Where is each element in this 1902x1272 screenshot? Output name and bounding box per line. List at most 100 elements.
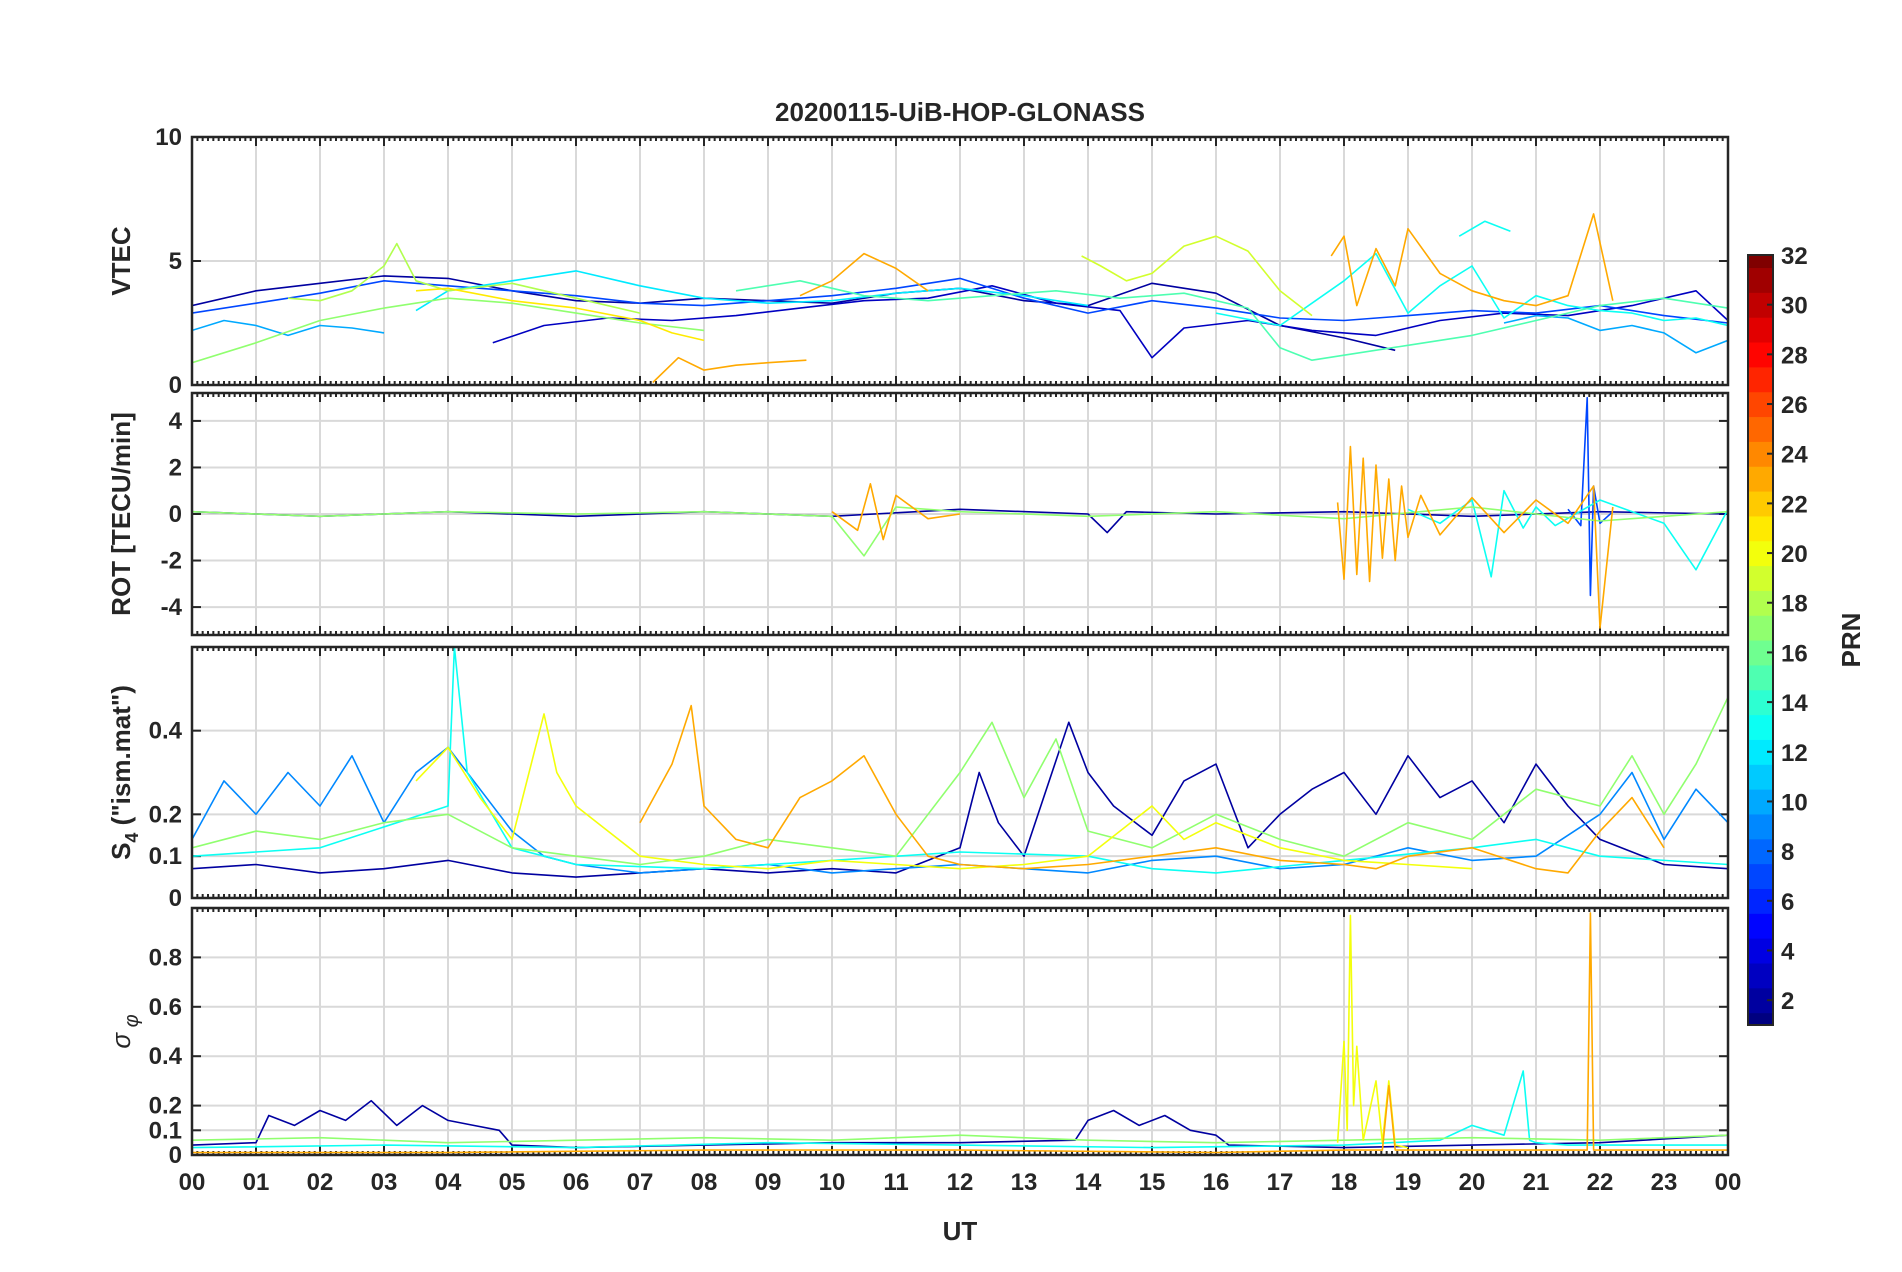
series-line-prn-10 (192, 319, 385, 337)
colorbar-segment (1748, 565, 1773, 591)
series-line-prn-10 (1503, 314, 1728, 354)
x-tick-label: 04 (435, 1169, 462, 1196)
colorbar-segment (1748, 317, 1773, 343)
y-tick-label: 0.8 (149, 944, 182, 971)
y-tick-label: 5 (169, 248, 182, 275)
y-tick-label: 0.1 (149, 1117, 182, 1144)
series-line-prn-23 (799, 252, 929, 297)
y-tick-label: 0 (169, 501, 182, 528)
x-tick-label: 21 (1523, 1169, 1550, 1196)
colorbar-tick-label: 2 (1781, 988, 1794, 1015)
panel-rot: -4 -2 0 2 4 ROT [TECU/min] (106, 391, 1730, 637)
colorbar-tick-label: 12 (1781, 740, 1808, 767)
colorbar-segment (1748, 913, 1773, 939)
x-tick-label: 20 (1459, 1169, 1486, 1196)
x-tick-label: 15 (1139, 1169, 1166, 1196)
x-tick-label: 18 (1331, 1169, 1358, 1196)
y-tick-label: 0.4 (149, 718, 183, 745)
colorbar-segment (1748, 255, 1773, 269)
series-line-prn-15 (735, 279, 1728, 362)
x-tick-label: 00 (1715, 1169, 1742, 1196)
colorbar-tick-label: 14 (1781, 690, 1808, 717)
x-tick-label: 10 (819, 1169, 846, 1196)
x-tick-label: 22 (1587, 1169, 1614, 1196)
x-tick-label: 06 (563, 1169, 590, 1196)
x-tick-label: 09 (755, 1169, 782, 1196)
colorbar-tick-label: 18 (1781, 591, 1808, 618)
y-tick-label: 0.6 (149, 994, 182, 1021)
y-tick-label: -2 (161, 548, 182, 575)
y-axis-label: S4 ("ism.mat") (106, 685, 142, 860)
colorbar-tick-label: 10 (1781, 789, 1808, 816)
x-tick-label: 17 (1267, 1169, 1294, 1196)
colorbar-tick-label: 20 (1781, 541, 1808, 568)
colorbar-tick-label: 6 (1781, 889, 1794, 916)
x-axis-label: UT (943, 1216, 978, 1246)
x-tick-label: 16 (1203, 1169, 1230, 1196)
colorbar-segment (1748, 664, 1773, 691)
y-tick-label: 4 (169, 408, 183, 435)
colorbar-tick-label: 8 (1781, 839, 1794, 866)
y-tick-label: 0.4 (149, 1043, 183, 1070)
colorbar-segment (1748, 267, 1773, 293)
figure: 20200115-UiB-HOP-GLONASS 0510VTEC-4-2024… (106, 97, 1866, 1246)
colorbar-tick-label: 16 (1781, 640, 1808, 667)
x-tick-label: 08 (691, 1169, 718, 1196)
x-tick-label: 13 (1011, 1169, 1038, 1196)
series-line-prn-20 (1336, 914, 1409, 1149)
colorbar-segment (1748, 615, 1773, 641)
colorbar-tick-label: 24 (1781, 442, 1808, 469)
y-tick-label: -4 (161, 594, 183, 621)
chart-title: 20200115-UiB-HOP-GLONASS (775, 97, 1145, 127)
y-axis-label: VTEC (106, 226, 136, 296)
series-line-prn-2 (192, 275, 1396, 352)
x-tick-label: 02 (307, 1169, 334, 1196)
panel-s4: 0 0.1 0.2 0.4 S4 ("ism.mat") (106, 645, 1730, 912)
colorbar-segment (1748, 515, 1773, 542)
colorbar-segment (1748, 366, 1773, 393)
y-tick-label: 0 (169, 1142, 182, 1169)
x-tick-label: 11 (883, 1169, 908, 1196)
colorbar-segment (1748, 714, 1773, 740)
series-line-prn-21 (415, 287, 705, 342)
colorbar-tick-label: 28 (1781, 342, 1808, 369)
x-tick-label: 23 (1651, 1169, 1678, 1196)
colorbar-tick-label: 32 (1781, 243, 1808, 270)
y-tick-label: 2 (169, 454, 182, 481)
x-tick-label: 12 (947, 1169, 974, 1196)
colorbar-segment (1748, 1012, 1773, 1026)
series-line-prn-23 (1336, 445, 1614, 629)
panels-layer: 0510VTEC-4-2024ROT [TECU/min]00.10.20.4S… (106, 124, 1741, 1196)
colorbar-label: PRN (1836, 613, 1866, 668)
series-line-prn-13 (1458, 220, 1511, 237)
x-tick-label: 00 (179, 1169, 206, 1196)
y-tick-label: 0.1 (149, 843, 182, 870)
colorbar-segment (1748, 863, 1773, 889)
colorbar-segment (1748, 416, 1773, 442)
series-line-prn-23 (652, 356, 807, 384)
colorbar-tick-label: 26 (1781, 392, 1808, 419)
y-tick-label: 0.2 (149, 801, 182, 828)
colorbar-segment (1748, 764, 1773, 790)
panel-sigma_phi: 00.10.2 0.4 0.6 0.8 σ φ (106, 906, 1730, 1169)
panel-vtec: 0 5 10 VTEC (106, 124, 1730, 399)
y-tick-label: 10 (155, 124, 182, 151)
y-tick-label: 0.2 (149, 1093, 182, 1120)
y-tick-label: 0 (169, 885, 182, 912)
series-line-prn-13 (1407, 489, 1728, 578)
series-line-prn-19 (1081, 235, 1313, 317)
series-line-prn-20 (415, 713, 1473, 870)
colorbar-segment (1748, 466, 1773, 492)
colorbar-tick-label: 22 (1781, 491, 1808, 518)
y-axis-label: ROT [TECU/min] (106, 412, 136, 616)
colorbar-segment (1748, 813, 1773, 840)
colorbar-tick-label: 30 (1781, 293, 1808, 320)
colorbar-segment (1748, 962, 1773, 989)
y-axis-label: σ φ (106, 1014, 143, 1048)
x-tick-label: 07 (627, 1169, 654, 1196)
colorbar-tick-label: 4 (1781, 938, 1795, 965)
x-tick-label: 19 (1395, 1169, 1422, 1196)
x-tick-label: 05 (499, 1169, 526, 1196)
x-tick-label: 03 (371, 1169, 398, 1196)
x-tick-label: 01 (243, 1169, 270, 1196)
